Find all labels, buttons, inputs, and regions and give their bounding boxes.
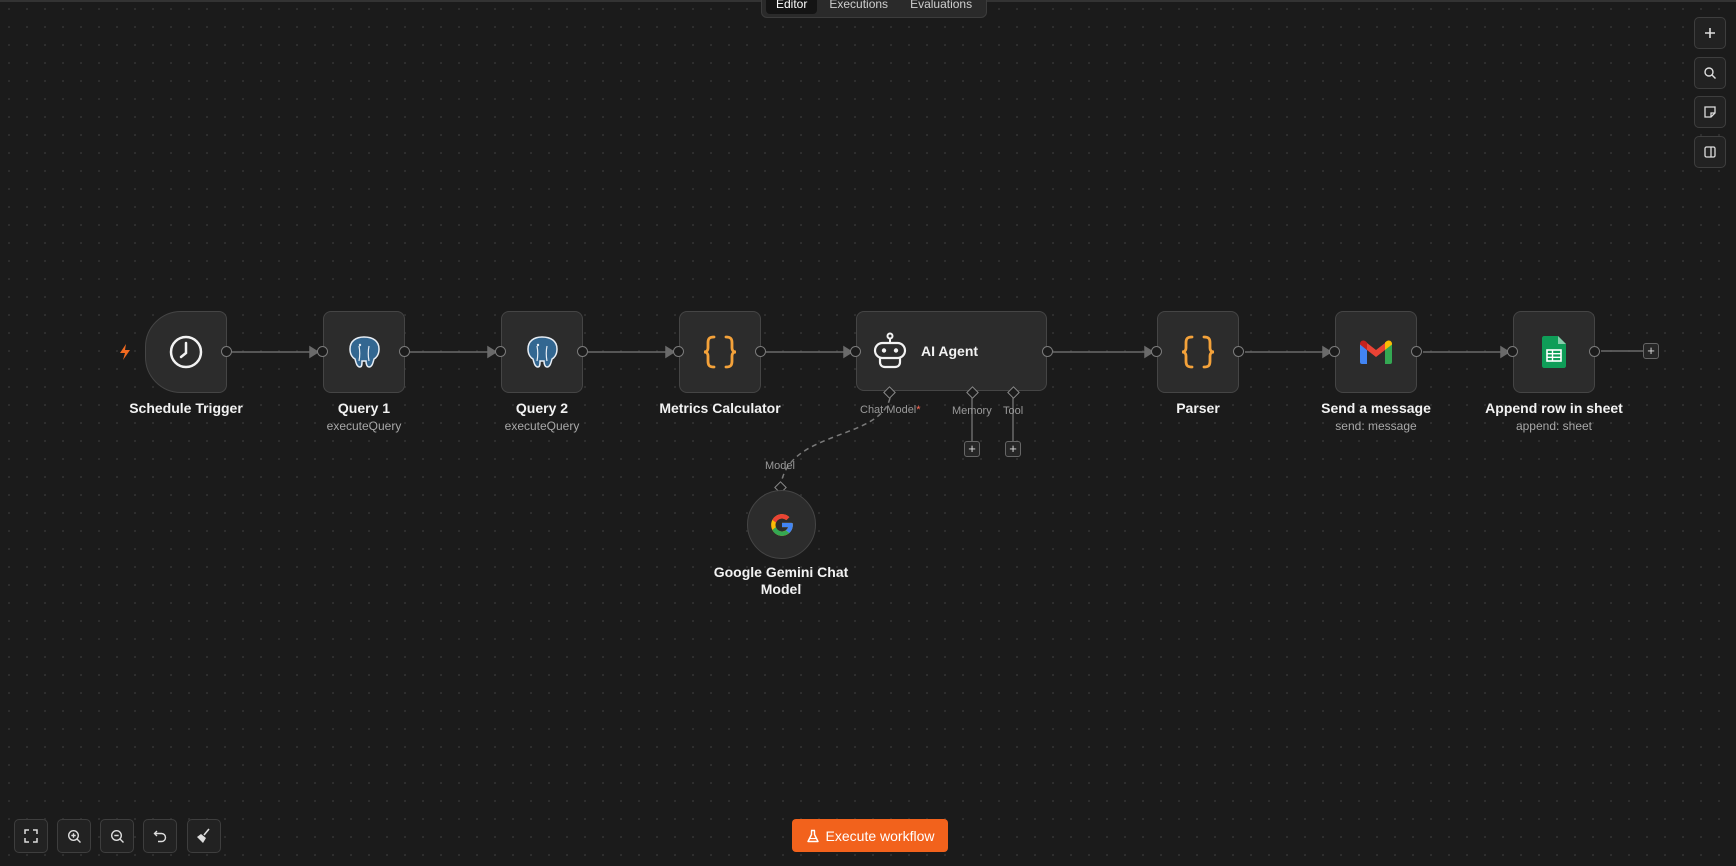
node-title: Send a message — [1321, 400, 1431, 416]
connections-layer — [232, 345, 1643, 485]
input-port[interactable] — [1507, 346, 1518, 357]
reset-zoom-button[interactable] — [143, 819, 177, 853]
tidy-up-button[interactable] — [187, 819, 221, 853]
fit-view-icon — [24, 829, 38, 843]
output-port[interactable] — [577, 346, 588, 357]
flask-icon — [806, 829, 819, 842]
model-port-label: Model — [765, 460, 795, 472]
node-title: Parser — [1176, 400, 1220, 416]
zoom-out-button[interactable] — [100, 819, 134, 853]
input-port[interactable] — [673, 346, 684, 357]
node-title-line2: Model — [760, 581, 802, 597]
output-port[interactable] — [399, 346, 410, 357]
google-sheets-icon — [1542, 336, 1566, 368]
postgres-icon — [527, 336, 558, 368]
schedule-trigger-node[interactable] — [145, 311, 227, 393]
zoom-in-button[interactable] — [57, 819, 91, 853]
input-port[interactable] — [1151, 346, 1162, 357]
google-sheets-node[interactable] — [1513, 311, 1595, 393]
node-title: Query 1 — [337, 400, 391, 416]
node-title: Metrics Calculator — [659, 400, 781, 416]
metrics-calculator-node[interactable] — [679, 311, 761, 393]
input-port[interactable] — [1329, 346, 1340, 357]
undo-icon — [153, 830, 166, 842]
google-icon — [770, 513, 793, 536]
add-memory-button[interactable]: + — [964, 441, 980, 457]
google-gemini-chat-model-node[interactable] — [747, 490, 816, 559]
input-port[interactable] — [850, 346, 861, 357]
node-subtitle: executeQuery — [504, 419, 580, 433]
output-port[interactable] — [755, 346, 766, 357]
gmail-icon — [1360, 340, 1392, 364]
query2-node[interactable] — [501, 311, 583, 393]
add-next-node-button[interactable]: + — [1643, 343, 1659, 359]
output-port[interactable] — [221, 346, 232, 357]
chat-model-label: Chat Model* — [860, 404, 921, 416]
parser-node[interactable] — [1157, 311, 1239, 393]
robot-icon — [873, 332, 907, 369]
node-title-line1: Google Gemini Chat — [713, 564, 849, 580]
zoom-in-icon — [67, 829, 81, 843]
code-braces-icon — [703, 335, 737, 369]
add-tool-button[interactable]: + — [1005, 441, 1021, 457]
lightning-bolt-icon — [120, 344, 130, 360]
memory-label: Memory — [952, 405, 992, 417]
output-port[interactable] — [1411, 346, 1422, 357]
broom-icon — [197, 828, 210, 843]
node-title: Schedule Trigger — [129, 400, 243, 416]
node-title: Google Gemini Chat Model — [691, 564, 871, 598]
execute-workflow-label: Execute workflow — [825, 827, 935, 844]
node-title: Append row in sheet — [1485, 400, 1623, 416]
node-title: AI Agent — [921, 343, 979, 359]
execute-workflow-button[interactable]: Execute workflow — [792, 819, 948, 852]
code-braces-icon — [1181, 335, 1215, 369]
zoom-to-fit-button[interactable] — [14, 819, 48, 853]
zoom-out-icon — [110, 829, 124, 843]
output-port[interactable] — [1589, 346, 1600, 357]
ai-agent-node[interactable]: AI Agent — [856, 311, 1047, 391]
input-port[interactable] — [495, 346, 506, 357]
output-port[interactable] — [1042, 346, 1053, 357]
output-port[interactable] — [1233, 346, 1244, 357]
node-subtitle: executeQuery — [326, 419, 402, 433]
tool-label: Tool — [1003, 405, 1024, 417]
node-subtitle: send: message — [1335, 419, 1417, 433]
postgres-icon — [349, 336, 380, 368]
query1-node[interactable] — [323, 311, 405, 393]
gmail-node[interactable] — [1335, 311, 1417, 393]
clock-icon — [169, 335, 203, 369]
node-title: Query 2 — [515, 400, 569, 416]
input-port[interactable] — [317, 346, 328, 357]
node-subtitle: append: sheet — [1515, 419, 1593, 433]
